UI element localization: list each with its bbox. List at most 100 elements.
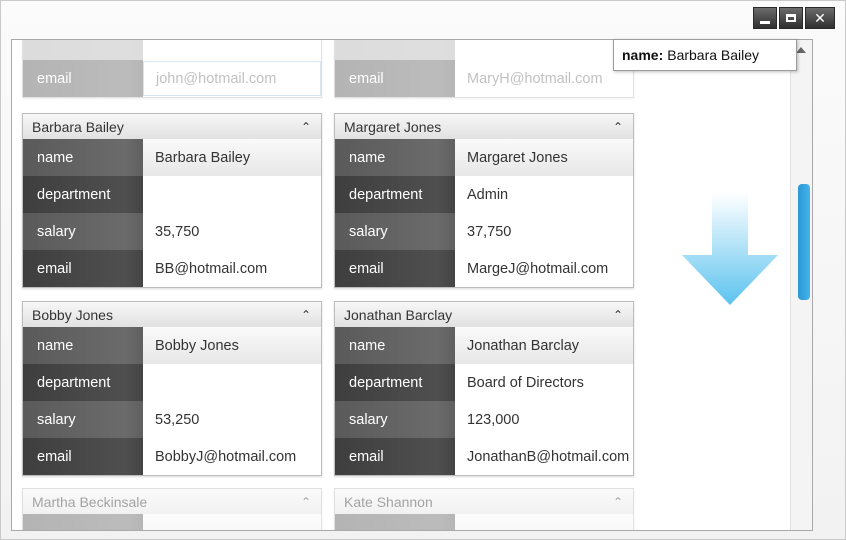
field-key: email — [335, 250, 455, 287]
card-row: email john@hotmail.com — [23, 60, 321, 97]
card-row: email BB@hotmail.com — [23, 250, 321, 287]
field-key: name — [335, 139, 455, 176]
collapse-chevron-icon[interactable]: ⌃ — [301, 120, 311, 134]
cards-panel: email john@hotmail.com email MaryH@hotma… — [11, 39, 813, 531]
minimize-icon — [760, 20, 770, 24]
card-title: Margaret Jones — [344, 118, 442, 135]
field-key: department — [335, 364, 455, 401]
card-row: department — [23, 176, 321, 213]
card-row: name Margaret Jones — [335, 139, 633, 176]
field-key: department — [335, 176, 455, 213]
card-partial-top-1: email john@hotmail.com — [22, 40, 322, 98]
field-key: salary — [335, 213, 455, 250]
card-partial-bottom-1: Martha Beckinsale ⌃ — [22, 488, 322, 530]
tooltip-label: name: — [622, 47, 664, 63]
field-key: salary — [335, 401, 455, 438]
card-partial-top-2: email MaryH@hotmail.com — [334, 40, 634, 98]
card-header[interactable]: Jonathan Barclay ⌃ — [335, 302, 633, 327]
down-arrow-icon — [682, 193, 778, 305]
card-row: name Jonathan Barclay — [335, 327, 633, 364]
field-value[interactable]: Bobby Jones — [143, 327, 321, 364]
field-key: department — [23, 364, 143, 401]
card-row: email MaryH@hotmail.com — [335, 60, 633, 97]
card-row: name Bobby Jones — [23, 327, 321, 364]
field-value[interactable]: Admin — [455, 176, 633, 213]
employee-card: Margaret Jones ⌃ name Margaret Jones depa… — [334, 113, 634, 288]
collapse-chevron-icon[interactable]: ⌃ — [613, 308, 623, 322]
field-key: email — [335, 60, 455, 97]
window-controls: ✕ — [753, 7, 835, 29]
card-row: department Admin — [335, 176, 633, 213]
field-value[interactable]: Margaret Jones — [455, 139, 633, 176]
field-key: email — [23, 250, 143, 287]
card-row: department Board of Directors — [335, 364, 633, 401]
card-row: email MargeJ@hotmail.com — [335, 250, 633, 287]
card-row: email BobbyJ@hotmail.com — [23, 438, 321, 475]
card-title: Kate Shannon — [344, 493, 433, 510]
field-key: email — [335, 438, 455, 475]
field-value[interactable]: Board of Directors — [455, 364, 633, 401]
card-header[interactable]: Barbara Bailey ⌃ — [23, 114, 321, 139]
field-key: email — [23, 438, 143, 475]
card-row — [335, 514, 633, 530]
field-value[interactable]: 35,750 — [143, 213, 321, 250]
collapse-chevron-icon[interactable]: ⌃ — [613, 495, 623, 509]
employee-card: Bobby Jones ⌃ name Bobby Jones department… — [22, 301, 322, 476]
card-title: Bobby Jones — [32, 306, 113, 323]
card-row: email JonathanB@hotmail.com — [335, 438, 633, 475]
tooltip: name: Barbara Bailey — [613, 39, 797, 71]
field-key: name — [23, 139, 143, 176]
minimize-button[interactable] — [753, 7, 777, 29]
field-value[interactable]: BobbyJ@hotmail.com — [143, 438, 321, 475]
field-key: name — [335, 327, 455, 364]
field-value[interactable]: MargeJ@hotmail.com — [455, 250, 633, 287]
tooltip-value: Barbara Bailey — [667, 47, 760, 63]
employee-card: Barbara Bailey ⌃ name Barbara Bailey depa… — [22, 113, 322, 288]
field-value[interactable] — [143, 176, 321, 213]
card-row — [23, 40, 321, 60]
field-key: email — [23, 60, 143, 97]
field-key: name — [23, 327, 143, 364]
employee-card: Jonathan Barclay ⌃ name Jonathan Barclay … — [334, 301, 634, 476]
card-row: name Barbara Bailey — [23, 139, 321, 176]
field-value[interactable]: Barbara Bailey — [143, 139, 321, 176]
scroll-thumb[interactable] — [798, 184, 810, 300]
card-row — [23, 514, 321, 530]
card-row: salary 53,250 — [23, 401, 321, 438]
card-header[interactable]: Bobby Jones ⌃ — [23, 302, 321, 327]
card-title: Martha Beckinsale — [32, 493, 148, 510]
collapse-chevron-icon[interactable]: ⌃ — [613, 120, 623, 134]
field-value[interactable]: 53,250 — [143, 401, 321, 438]
scroll-up-icon[interactable] — [796, 47, 806, 53]
card-header[interactable]: Kate Shannon ⌃ — [335, 489, 633, 514]
field-value[interactable]: 37,750 — [455, 213, 633, 250]
field-value[interactable]: BB@hotmail.com — [143, 250, 321, 287]
collapse-chevron-icon[interactable]: ⌃ — [301, 308, 311, 322]
card-header[interactable]: Martha Beckinsale ⌃ — [23, 489, 321, 514]
close-icon: ✕ — [814, 9, 826, 26]
collapse-chevron-icon[interactable]: ⌃ — [301, 495, 311, 509]
field-value[interactable] — [143, 364, 321, 401]
field-value[interactable]: Jonathan Barclay — [455, 327, 633, 364]
window: ✕ email john@hotmail.com email MaryH@hot… — [0, 0, 846, 540]
field-value[interactable]: JonathanB@hotmail.com — [455, 438, 633, 475]
card-row: salary 37,750 — [335, 213, 633, 250]
card-row: salary 123,000 — [335, 401, 633, 438]
field-value[interactable]: 123,000 — [455, 401, 633, 438]
email-field[interactable]: john@hotmail.com — [143, 61, 321, 96]
maximize-button[interactable] — [779, 7, 803, 29]
maximize-icon — [786, 14, 796, 22]
field-key: salary — [23, 213, 143, 250]
card-row: salary 35,750 — [23, 213, 321, 250]
vertical-scrollbar[interactable] — [790, 40, 812, 530]
field-key: salary — [23, 401, 143, 438]
card-row: department — [23, 364, 321, 401]
card-row — [335, 40, 633, 60]
card-header[interactable]: Margaret Jones ⌃ — [335, 114, 633, 139]
card-title: Barbara Bailey — [32, 118, 124, 135]
close-button[interactable]: ✕ — [805, 7, 835, 29]
card-partial-bottom-2: Kate Shannon ⌃ — [334, 488, 634, 530]
field-key: department — [23, 176, 143, 213]
field-value: MaryH@hotmail.com — [467, 70, 603, 87]
card-title: Jonathan Barclay — [344, 306, 453, 323]
